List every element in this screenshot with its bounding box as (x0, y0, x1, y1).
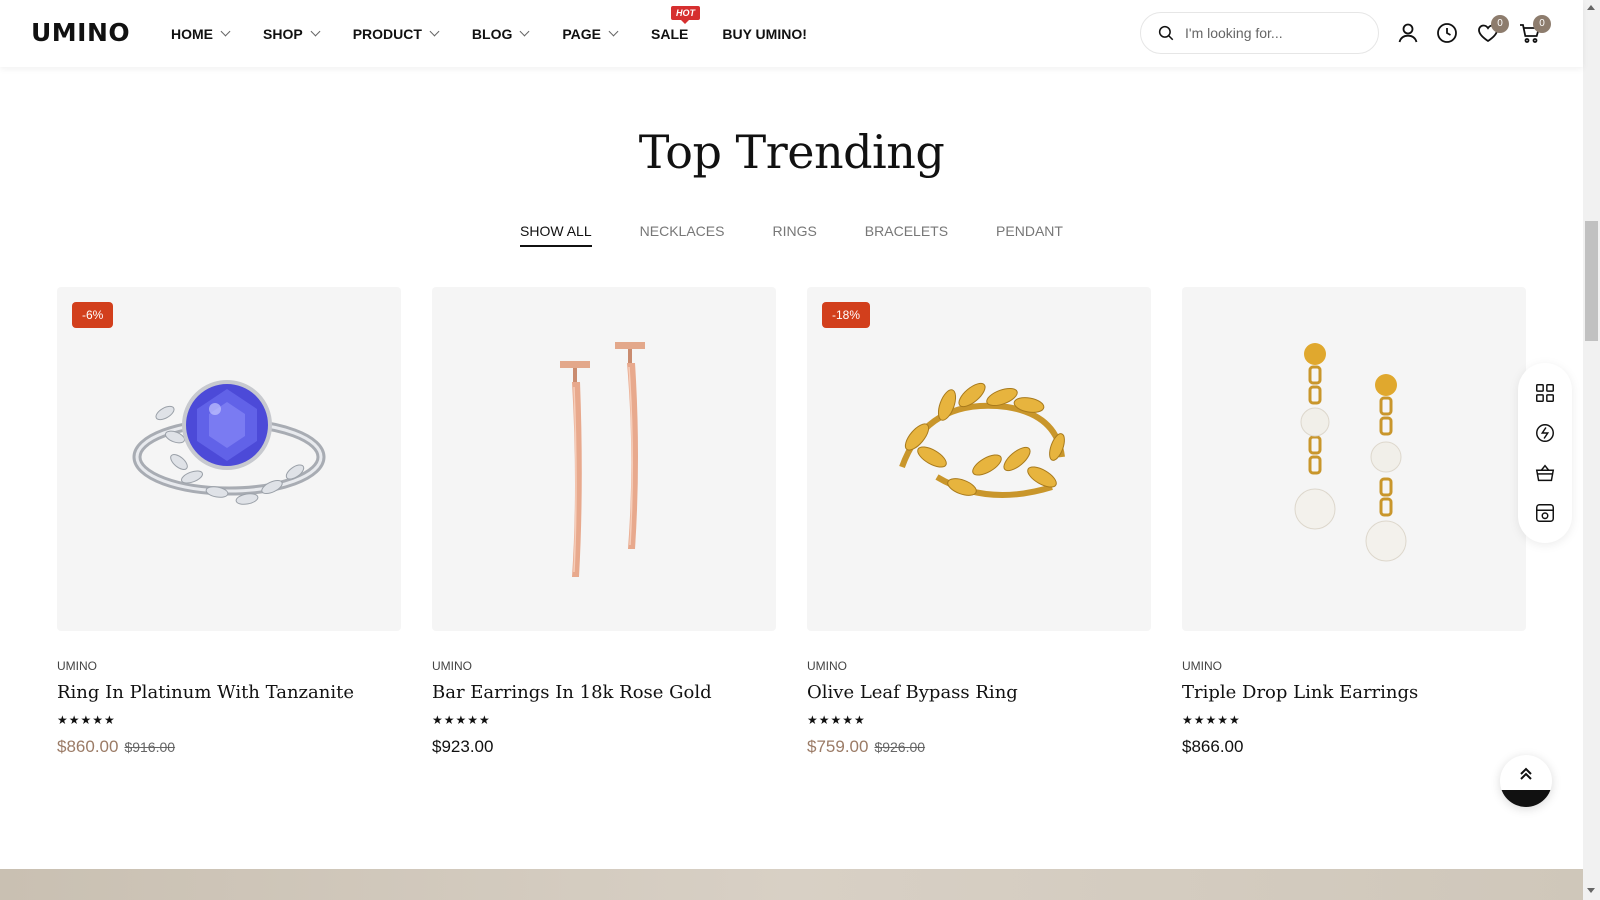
discount-badge: -18% (822, 302, 871, 328)
product-card: -6% UMINO Ring In Platinum With Tanzanit… (57, 287, 401, 757)
hot-badge: HOT (671, 5, 701, 24)
basket-icon[interactable] (1534, 462, 1556, 484)
nav-page[interactable]: PAGE (562, 25, 619, 42)
sale-price: $860.00 (57, 737, 119, 756)
product-name[interactable]: Ring In Platinum With Tanzanite (57, 682, 401, 703)
grid-icon[interactable] (1534, 382, 1556, 404)
nav-sale[interactable]: SALE HOT (651, 5, 701, 42)
product-image[interactable] (432, 287, 776, 631)
nav-sale-label: SALE (651, 25, 689, 42)
nav-page-label: PAGE (562, 25, 602, 42)
category-tabs: SHOW ALL NECKLACES RINGS BRACELETS PENDA… (0, 223, 1583, 247)
tab-bracelets[interactable]: BRACELETS (865, 223, 948, 247)
product-brand: UMINO (1182, 659, 1222, 673)
product-brand: UMINO (432, 659, 472, 673)
nav-product[interactable]: PRODUCT (352, 25, 440, 42)
clock-icon[interactable] (1435, 21, 1459, 45)
nav-home-label: HOME (171, 25, 213, 42)
olive-leaf-ring-image (899, 382, 1065, 498)
tab-necklaces[interactable]: NECKLACES (640, 223, 725, 247)
price-row: $866.00 (1182, 737, 1526, 757)
discount-badge: -6% (72, 302, 114, 328)
tab-pendant[interactable]: PENDANT (996, 223, 1063, 247)
user-icon[interactable] (1396, 21, 1420, 45)
search-box (1140, 12, 1379, 54)
product-name[interactable]: Triple Drop Link Earrings (1182, 682, 1526, 703)
product-card: UMINO Bar Earrings In 18k Rose Gold ★★★★… (432, 287, 776, 757)
product-brand: UMINO (807, 659, 847, 673)
price: $923.00 (432, 737, 494, 756)
rating-stars: ★★★★★ (1182, 713, 1241, 727)
nav-shop[interactable]: SHOP (263, 25, 321, 42)
price-row: $923.00 (432, 737, 776, 757)
site-logo[interactable]: UMINO (31, 18, 130, 47)
rating-stars: ★★★★★ (57, 713, 116, 727)
wishlist-button[interactable]: 0 (1476, 15, 1509, 45)
compare-icon[interactable] (1534, 422, 1556, 444)
original-price: $916.00 (124, 739, 176, 755)
section-title: Top Trending (638, 125, 945, 179)
side-toolbar (1518, 363, 1572, 543)
chevron-down-icon (429, 26, 440, 37)
product-image[interactable]: -6% (57, 287, 401, 631)
product-name[interactable]: Olive Leaf Bypass Ring (807, 682, 1151, 703)
tanzanite-ring-image (132, 380, 326, 505)
product-card: UMINO Triple Drop Link Earrings ★★★★★ $8… (1182, 287, 1526, 757)
product-image[interactable]: -18% (807, 287, 1151, 631)
scroll-thumb[interactable] (1585, 221, 1598, 341)
product-card: -18% UMINO Olive Leaf Bypass Ring ★★★★★ … (807, 287, 1151, 757)
chevron-down-icon (310, 26, 321, 37)
next-section-banner (0, 869, 1583, 900)
price-row: $759.00 $926.00 (807, 737, 1151, 757)
product-grid: -6% UMINO Ring In Platinum With Tanzanit… (57, 287, 1557, 757)
nav-blog[interactable]: BLOG (471, 25, 530, 42)
tab-rings[interactable]: RINGS (772, 223, 816, 247)
product-image[interactable] (1182, 287, 1526, 631)
back-to-top-button[interactable] (1500, 755, 1552, 807)
price-row: $860.00 $916.00 (57, 737, 401, 757)
scroll-progress-fill (1500, 790, 1552, 807)
cart-count: 0 (1533, 15, 1551, 33)
product-name[interactable]: Bar Earrings In 18k Rose Gold (432, 682, 776, 703)
tab-show-all[interactable]: SHOW ALL (520, 223, 592, 247)
pearl-earrings-image (1294, 343, 1407, 562)
rating-stars: ★★★★★ (807, 713, 866, 727)
nav-buy-umino[interactable]: BUY UMINO! (722, 26, 807, 42)
site-header: UMINO HOME SHOP PRODUCT BLOG PAGE SALE HO… (0, 0, 1583, 67)
bar-earrings-image (560, 342, 645, 577)
cart-button[interactable]: 0 (1518, 15, 1551, 45)
nav-buy-umino-label: BUY UMINO! (722, 25, 807, 42)
double-chevron-up-icon (1520, 767, 1532, 780)
price: $866.00 (1182, 737, 1244, 756)
store-icon[interactable] (1534, 502, 1556, 524)
product-brand: UMINO (57, 659, 97, 673)
nav-blog-label: BLOG (471, 25, 513, 42)
chevron-down-icon (519, 26, 530, 37)
nav-product-label: PRODUCT (352, 25, 422, 42)
page-scrollbar[interactable] (1583, 0, 1600, 900)
search-input[interactable] (1185, 25, 1365, 41)
sale-price: $759.00 (807, 737, 869, 756)
chevron-down-icon (608, 26, 619, 37)
nav-shop-label: SHOP (263, 25, 303, 42)
search-icon[interactable] (1157, 24, 1175, 42)
scroll-down-arrow[interactable] (1587, 888, 1595, 893)
wishlist-count: 0 (1491, 15, 1509, 33)
scroll-up-arrow[interactable] (1587, 5, 1595, 10)
main-nav: HOME SHOP PRODUCT BLOG PAGE SALE HOT BUY … (171, 0, 841, 67)
original-price: $926.00 (874, 739, 926, 755)
chevron-down-icon (220, 26, 231, 37)
rating-stars: ★★★★★ (432, 713, 491, 727)
nav-home[interactable]: HOME (171, 25, 231, 42)
